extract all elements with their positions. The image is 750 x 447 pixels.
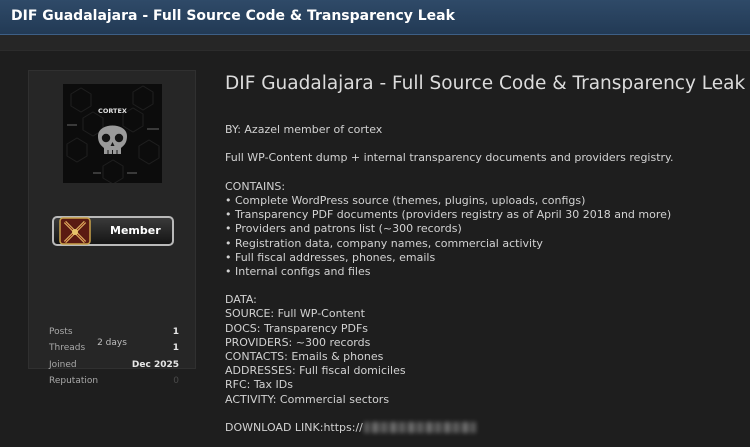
contains-item: • Registration data, company names, comm… xyxy=(225,236,543,250)
post: CORTEX Member Posts 1 Threads 1 Joined D… xyxy=(0,50,750,447)
contains-item: • Internal configs and files xyxy=(225,264,371,278)
contains-item: • Complete WordPress source (themes, plu… xyxy=(225,193,586,207)
stat-reputation: Reputation 0 xyxy=(49,376,179,386)
contains-item: • Providers and patrons list (~300 recor… xyxy=(225,222,462,236)
redacted-download-link[interactable] xyxy=(363,422,476,434)
contains-heading: CONTAINS: xyxy=(225,179,286,193)
thread-header: DIF Guadalajara - Full Source Code & Tra… xyxy=(0,0,750,35)
header-spacer xyxy=(0,35,750,50)
last-seen: 2 days xyxy=(97,338,127,348)
author-line: BY: Azazel member of cortex xyxy=(225,123,383,136)
data-item: PROVIDERS: ~300 records xyxy=(225,335,371,349)
contains-item: • Full fiscal addresses, phones, emails xyxy=(225,250,436,264)
rank-label: Member xyxy=(110,224,161,237)
summary-line: Full WP-Content dump + internal transpar… xyxy=(225,151,674,165)
data-item: ADDRESSES: Full fiscal domiciles xyxy=(225,364,406,378)
post-content: BY: Azazel member of cortex Full WP-Cont… xyxy=(225,123,674,435)
stat-joined: Joined Dec 2025 xyxy=(49,360,179,370)
data-heading: DATA: xyxy=(225,293,257,307)
rank-badge: Member xyxy=(52,216,174,246)
data-item: RFC: Tax IDs xyxy=(225,378,293,392)
download-label: DOWNLOAD LINK:https:// xyxy=(225,420,363,434)
thread-title: DIF Guadalajara - Full Source Code & Tra… xyxy=(11,8,455,24)
data-item: DOCS: Transparency PDFs xyxy=(225,321,369,335)
data-item: CONTACTS: Emails & phones xyxy=(225,350,384,363)
data-item: SOURCE: Full WP-Content xyxy=(225,307,365,321)
contains-item: • Transparency PDF documents (providers … xyxy=(225,208,672,222)
post-title: DIF Guadalajara - Full Source Code & Tra… xyxy=(225,73,746,94)
user-panel: CORTEX Member Posts 1 Threads 1 Joined D… xyxy=(28,70,196,386)
avatar[interactable]: CORTEX xyxy=(63,84,162,183)
skull-avatar-icon: CORTEX xyxy=(63,84,162,183)
download-line: DOWNLOAD LINK:https:// xyxy=(225,421,674,435)
crossed-swords-icon xyxy=(59,217,91,245)
data-item: ACTIVITY: Commercial sectors xyxy=(225,392,390,406)
svg-text:CORTEX: CORTEX xyxy=(98,107,127,115)
